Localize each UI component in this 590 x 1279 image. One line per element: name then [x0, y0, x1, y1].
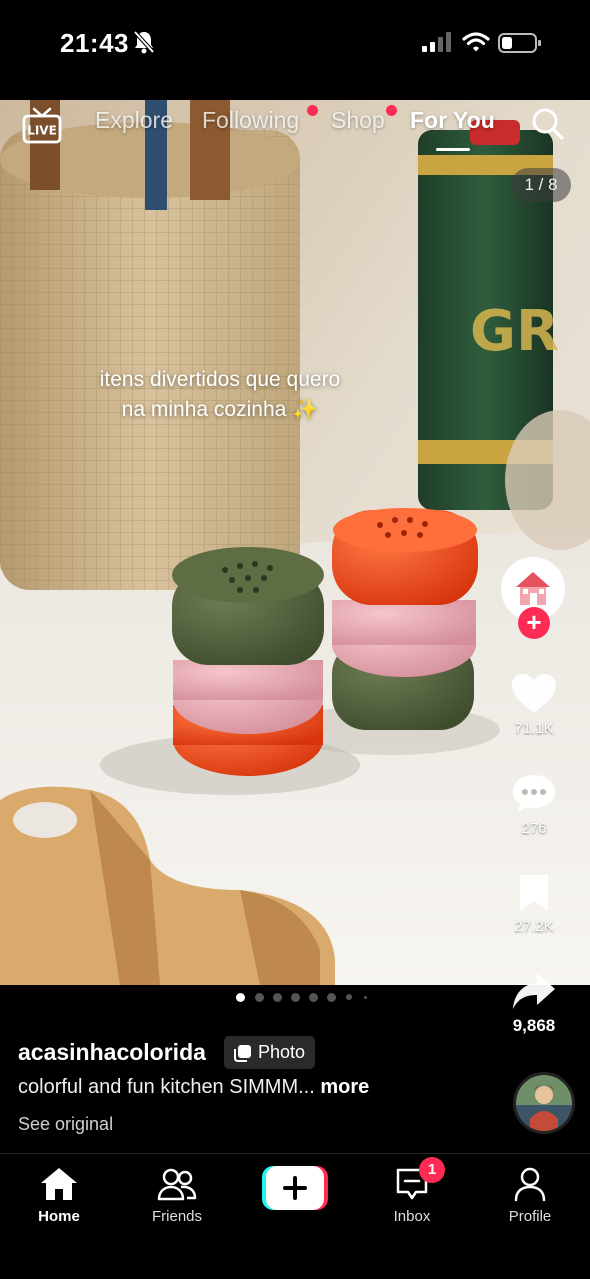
- author-username[interactable]: acasinhacolorida: [18, 1039, 206, 1066]
- tab-following[interactable]: Following: [202, 107, 299, 134]
- home-icon: [41, 1168, 77, 1200]
- nav-profile[interactable]: Profile: [480, 1164, 580, 1225]
- comment-button[interactable]: 276: [490, 773, 578, 837]
- inbox-badge: 1: [419, 1157, 445, 1183]
- following-notification-dot: [307, 105, 318, 116]
- create-plus-button[interactable]: [262, 1166, 328, 1210]
- carousel-pager: [0, 993, 590, 1003]
- photo-type-label: Photo: [258, 1042, 306, 1062]
- tab-for-you[interactable]: For You: [410, 107, 495, 134]
- follow-plus-button[interactable]: +: [518, 607, 550, 639]
- comment-count: 276: [521, 820, 547, 837]
- status-time: 21:43: [60, 28, 129, 58]
- share-arrow-icon: [513, 973, 555, 1009]
- nav-friends-label: Friends: [151, 1208, 203, 1225]
- post-description[interactable]: colorful and fun kitchen SIMMM... more: [18, 1076, 369, 1099]
- post-photo[interactable]: GR: [0, 100, 590, 985]
- nav-friends[interactable]: Friends: [127, 1164, 227, 1225]
- battery-low-icon: [498, 33, 541, 53]
- nav-profile-label: Profile: [508, 1208, 552, 1225]
- status-bar: 21:43: [0, 0, 590, 100]
- search-icon[interactable]: [530, 106, 566, 142]
- photo-page-counter: 1 / 8: [511, 168, 571, 202]
- comment-bubble-icon: [513, 775, 555, 813]
- svg-text:GR: GR: [470, 299, 559, 364]
- overlay-caption: itens divertidos que quero na minha cozi…: [99, 368, 341, 421]
- see-original-link[interactable]: See original: [18, 1114, 113, 1135]
- top-nav: LIVE Explore Following Shop For You: [0, 100, 590, 160]
- tab-explore[interactable]: Explore: [95, 107, 173, 134]
- like-button[interactable]: 71.1K: [490, 673, 578, 737]
- description-text: colorful and fun kitchen SIMMM...: [18, 1076, 315, 1098]
- wifi-icon: [462, 32, 490, 52]
- live-tv-icon[interactable]: LIVE: [22, 106, 62, 146]
- save-count: 27.2K: [514, 918, 554, 935]
- active-tab-indicator: [436, 148, 470, 151]
- pager-dot: [364, 996, 367, 999]
- silent-bell-icon: [133, 30, 155, 54]
- save-button[interactable]: 27.2K: [490, 873, 578, 935]
- pager-dot: [291, 993, 300, 1002]
- bookmark-icon: [520, 875, 548, 911]
- cellular-signal-icon: [422, 32, 451, 52]
- nav-home[interactable]: Home: [9, 1164, 109, 1225]
- pager-dot: [273, 993, 282, 1002]
- more-link[interactable]: more: [320, 1076, 369, 1098]
- friends-icon: [157, 1168, 197, 1201]
- sound-cover-image: [516, 1075, 572, 1131]
- photo-type-badge: Photo: [224, 1036, 316, 1069]
- nav-inbox-label: Inbox: [393, 1208, 431, 1225]
- photo-stack-icon: [234, 1044, 251, 1062]
- pager-dot: [309, 993, 318, 1002]
- photo-salt-pepper-shakers: GR: [0, 100, 590, 985]
- nav-inbox[interactable]: Inbox: [362, 1164, 462, 1225]
- shop-notification-dot: [386, 105, 397, 116]
- live-label: LIVE: [27, 124, 57, 138]
- sound-disc[interactable]: [513, 1072, 575, 1134]
- pager-dot: [346, 994, 352, 1000]
- like-count: 71.1K: [514, 720, 554, 737]
- bottom-nav: Home Friends Inbox 1 Profile: [0, 1153, 590, 1279]
- profile-icon: [514, 1167, 546, 1202]
- tab-shop[interactable]: Shop: [331, 107, 385, 134]
- nav-home-label: Home: [38, 1208, 80, 1225]
- pager-dot-active: [236, 993, 245, 1002]
- share-button[interactable]: 9,868: [490, 971, 578, 1036]
- heart-icon: [512, 674, 556, 713]
- pager-dot: [255, 993, 264, 1002]
- pager-dot: [327, 993, 336, 1002]
- share-count: 9,868: [512, 1016, 556, 1035]
